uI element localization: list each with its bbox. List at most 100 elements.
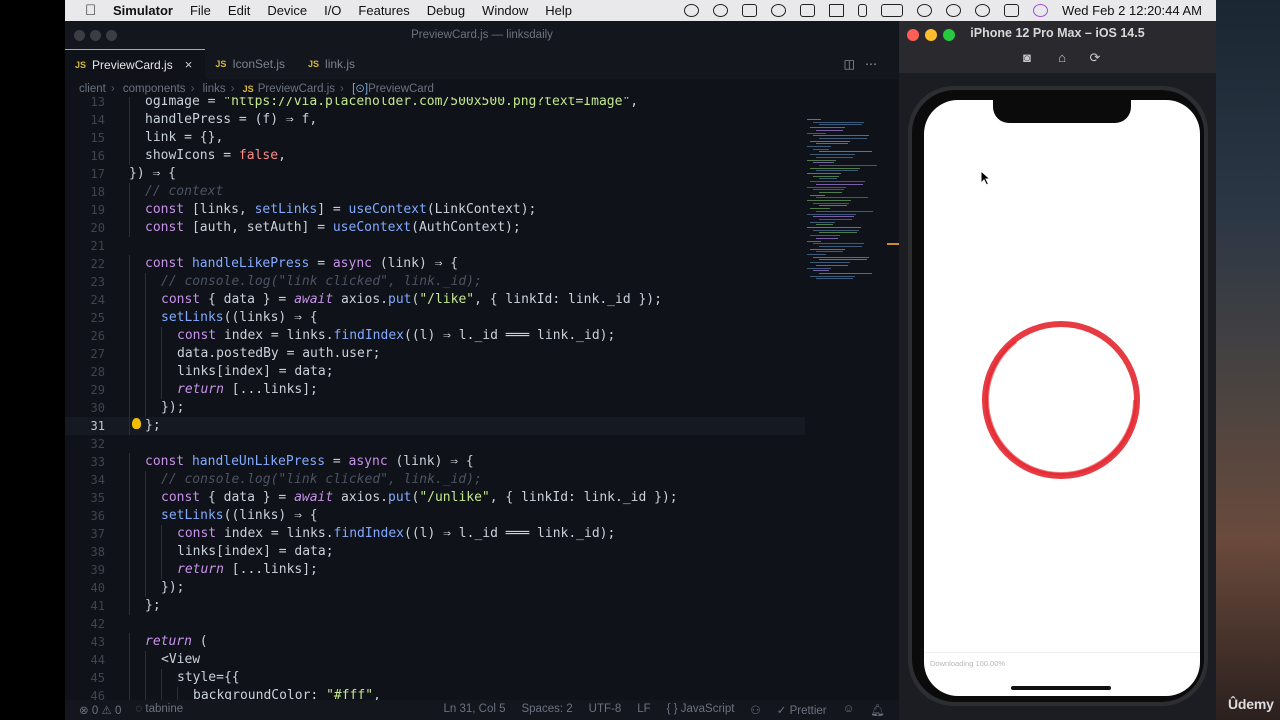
spotlight-search-icon[interactable] — [975, 4, 991, 17]
menu-help[interactable]: Help — [545, 3, 572, 18]
breadcrumb-item[interactable]: PreviewCard.js — [258, 83, 335, 95]
menu-bar-clock[interactable]: Wed Feb 2 12:20:44 AM — [1062, 3, 1202, 18]
code-line[interactable]: 19 const [links, setLinks] = useContext(L… — [65, 201, 805, 219]
code-line[interactable]: 37 const index = links.findIndex((l) ⇒ l.… — [65, 525, 805, 543]
tab-icon-set[interactable]: JS IconSet.js — [205, 49, 298, 79]
volume-icon[interactable] — [829, 4, 845, 17]
code-line[interactable]: 32 — [65, 435, 805, 453]
language-mode[interactable]: { } JavaScript — [667, 703, 735, 717]
indent-guide — [129, 597, 130, 615]
home-icon[interactable]: ⌂ — [1054, 50, 1070, 65]
code-line[interactable]: 16 showIcons = false, — [65, 147, 805, 165]
code-line[interactable]: 30}); — [65, 399, 805, 417]
code-line[interactable]: 31}; — [65, 417, 805, 435]
code-line[interactable]: 36 setLinks((links) ⇒ { — [65, 507, 805, 525]
code-line[interactable]: 22 const handleLikePress = async (link) ⇒… — [65, 255, 805, 273]
code-text: showIcons = false, — [145, 148, 286, 163]
menu-file[interactable]: File — [190, 3, 211, 18]
creative-cloud-icon[interactable] — [684, 4, 700, 17]
line-number: 34 — [90, 473, 105, 487]
copilot-icon[interactable]: ⚇ — [750, 703, 760, 717]
siri-icon[interactable] — [1033, 4, 1049, 17]
code-line[interactable]: 18 // context — [65, 183, 805, 201]
end-of-line[interactable]: LF — [637, 703, 650, 717]
code-line[interactable]: 13 ogImage = "https://via.placeholder.com… — [65, 97, 805, 111]
rotate-icon[interactable]: ⟳ — [1087, 50, 1103, 65]
menu-io[interactable]: I/O — [324, 3, 341, 18]
breadcrumb-item[interactable]: components — [123, 83, 186, 95]
code-line[interactable]: 23 // console.log("link clicked", link._i… — [65, 273, 805, 291]
minimap-line — [807, 186, 846, 188]
code-line[interactable]: 26 const index = links.findIndex((l) ⇒ l.… — [65, 327, 805, 345]
indentation[interactable]: Spaces: 2 — [521, 703, 572, 717]
code-line[interactable]: 39 return [...links]; — [65, 561, 805, 579]
breadcrumb-item[interactable]: links — [203, 83, 226, 95]
warning-count: 0 — [114, 705, 122, 717]
tab-link[interactable]: JS link.js — [298, 49, 368, 79]
code-area[interactable]: 13 ogImage = "https://via.placeholder.com… — [65, 97, 805, 703]
home-indicator[interactable] — [1011, 686, 1111, 690]
zoom-window-icon[interactable] — [106, 30, 117, 41]
bluetooth-icon[interactable] — [858, 4, 868, 17]
menu-window[interactable]: Window — [482, 3, 528, 18]
tab-preview-card[interactable]: JS PreviewCard.js × — [65, 49, 206, 79]
code-line[interactable]: 17}) ⇒ { — [65, 165, 805, 183]
lightbulb-icon[interactable] — [132, 418, 141, 429]
menu-edit[interactable]: Edit — [228, 3, 250, 18]
code-line[interactable]: 33 const handleUnLikePress = async (link)… — [65, 453, 805, 471]
code-line[interactable]: 43 return ( — [65, 633, 805, 651]
apple-menu-icon[interactable]:  — [85, 0, 99, 21]
minimap[interactable] — [805, 97, 885, 297]
code-line[interactable]: 35 const { data } = await axios.put("/unl… — [65, 489, 805, 507]
indent-guide — [129, 363, 130, 381]
code-line[interactable]: 45 style={{ — [65, 669, 805, 687]
code-text: setLinks((links) ⇒ { — [161, 310, 318, 325]
code-line[interactable]: 29 return [...links]; — [65, 381, 805, 399]
code-line[interactable]: 41}; — [65, 597, 805, 615]
battery-icon[interactable] — [881, 4, 904, 17]
menu-app-name[interactable]: Simulator — [113, 3, 173, 18]
code-line[interactable]: 34 // console.log("link clicked", link._i… — [65, 471, 805, 489]
tabnine-status[interactable]: ◌ tabnine — [135, 703, 183, 717]
code-line[interactable]: 27 data.postedBy = auth.user; — [65, 345, 805, 363]
code-line[interactable]: 28 links[index] = data; — [65, 363, 805, 381]
menu-features[interactable]: Features — [358, 3, 409, 18]
menu-device[interactable]: Device — [267, 3, 307, 18]
screen-record-icon[interactable] — [742, 4, 758, 17]
code-line[interactable]: 38 links[index] = data; — [65, 543, 805, 561]
file-encoding[interactable]: UTF-8 — [589, 703, 622, 717]
screenshot-icon[interactable]: ◙ — [1019, 50, 1035, 65]
notifications-icon[interactable]: 🔔︎ — [870, 703, 885, 717]
menu-debug[interactable]: Debug — [427, 3, 465, 18]
more-actions-icon[interactable]: ⋯ — [865, 57, 887, 71]
wifi-icon[interactable] — [917, 4, 933, 17]
scrollbar-marker[interactable] — [887, 243, 899, 245]
code-line[interactable]: 40}); — [65, 579, 805, 597]
control-center-icon[interactable] — [1004, 4, 1020, 17]
minimize-window-icon[interactable] — [90, 30, 101, 41]
time-machine-icon[interactable] — [771, 4, 787, 17]
prettier-status[interactable]: ✓ Prettier — [777, 703, 827, 717]
display-icon[interactable] — [800, 4, 816, 17]
code-line[interactable]: 14 handlePress = (f) ⇒ f, — [65, 111, 805, 129]
code-line[interactable]: 42 — [65, 615, 805, 633]
code-line[interactable]: 21 — [65, 237, 805, 255]
cursor-position[interactable]: Ln 31, Col 5 — [443, 703, 505, 717]
code-line[interactable]: 20 const [auth, setAuth] = useContext(Aut… — [65, 219, 805, 237]
minimap-line — [819, 232, 857, 234]
split-editor-icon[interactable]: ◫ — [844, 57, 865, 71]
breadcrumb-item[interactable]: PreviewCard — [368, 83, 434, 95]
breadcrumb-item[interactable]: client — [79, 83, 106, 95]
cloud-upload-icon[interactable] — [713, 4, 729, 17]
minimap-line — [810, 181, 865, 183]
feedback-icon[interactable]: ☺ — [843, 703, 855, 717]
close-tab-icon[interactable]: × — [185, 57, 193, 72]
user-icon[interactable] — [946, 4, 962, 17]
code-line[interactable]: 44 <View — [65, 651, 805, 669]
code-line[interactable]: 25 setLinks((links) ⇒ { — [65, 309, 805, 327]
iphone-screen[interactable]: Downloading 100.00% — [924, 100, 1200, 696]
problems-indicator[interactable]: ⊗ 0 ⚠ 0 — [79, 703, 121, 717]
code-line[interactable]: 15 link = {}, — [65, 129, 805, 147]
close-window-icon[interactable] — [74, 30, 85, 41]
code-line[interactable]: 24 const { data } = await axios.put("/lik… — [65, 291, 805, 309]
